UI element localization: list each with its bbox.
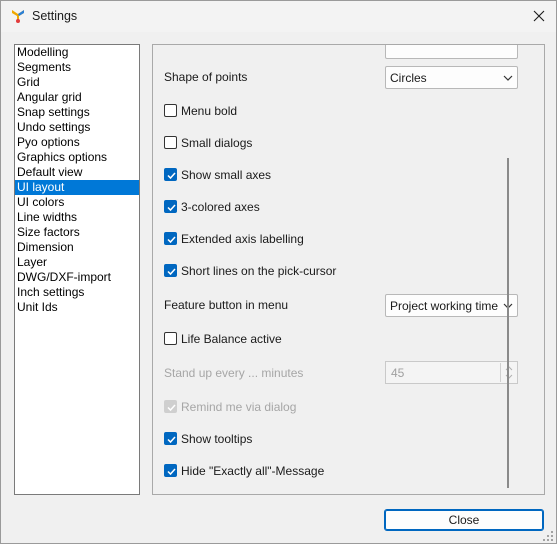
show-tooltips-checkbox[interactable]	[164, 432, 177, 445]
three-colored-axes-label: 3-colored axes	[181, 200, 260, 214]
life-balance-checkbox[interactable]	[164, 332, 177, 345]
stand-up-label: Stand up every ... minutes	[164, 366, 304, 380]
category-item[interactable]: Segments	[15, 60, 139, 75]
checkmark-icon	[167, 468, 176, 476]
category-item[interactable]: Modelling	[15, 45, 139, 60]
menu-bold-label: Menu bold	[181, 104, 238, 118]
category-item[interactable]: Snap settings	[15, 105, 139, 120]
checkmark-icon	[167, 172, 176, 180]
extended-axis-labelling-checkbox[interactable]	[164, 232, 177, 245]
category-item[interactable]: Dimension	[15, 240, 139, 255]
show-small-axes-checkbox[interactable]	[164, 168, 177, 181]
shape-of-points-label: Shape of points	[164, 70, 248, 84]
settings-window: Settings Modelling Segments Grid Angular gr…	[0, 0, 557, 544]
resize-grip-icon[interactable]	[542, 530, 554, 542]
chevron-down-icon	[503, 75, 513, 81]
spin-up-down-icon	[505, 366, 513, 379]
feature-button-label: Feature button in menu	[164, 298, 289, 312]
short-lines-pick-cursor-label: Short lines on the pick-cursor	[181, 264, 337, 278]
show-small-axes-label: Show small axes	[181, 168, 272, 182]
checkmark-icon	[167, 236, 176, 244]
category-item[interactable]: Graphics options	[15, 150, 139, 165]
remind-via-dialog-label: Remind me via dialog	[181, 400, 297, 414]
life-balance-label: Life Balance active	[181, 332, 282, 346]
category-item[interactable]: Line widths	[15, 210, 139, 225]
category-list[interactable]: Modelling Segments Grid Angular grid Snap se…	[14, 44, 140, 495]
category-item[interactable]: Pyo options	[15, 135, 139, 150]
category-item[interactable]: DWG/DXF-import	[15, 270, 139, 285]
ui-layout-panel: Shape of points Circles Menu bold Small …	[152, 44, 545, 495]
checkmark-icon	[167, 204, 176, 212]
three-colored-axes-checkbox[interactable]	[164, 200, 177, 213]
clipped-combo-top[interactable]	[385, 45, 518, 59]
checkmark-icon	[167, 268, 176, 276]
show-tooltips-label: Show tooltips	[181, 432, 253, 446]
category-item[interactable]: Inch settings	[15, 285, 139, 300]
category-item[interactable]: UI colors	[15, 195, 139, 210]
category-item[interactable]: Undo settings	[15, 120, 139, 135]
checkmark-icon	[167, 436, 176, 444]
category-item[interactable]: Layer	[15, 255, 139, 270]
category-item[interactable]: UI layout	[15, 180, 139, 195]
short-lines-pick-cursor-checkbox[interactable]	[164, 264, 177, 277]
stand-up-minutes-value: 45	[391, 366, 405, 380]
app-logo-icon	[12, 10, 24, 23]
hide-exactly-all-label: Hide "Exactly all"-Message	[181, 464, 325, 478]
category-item[interactable]: Size factors	[15, 225, 139, 240]
category-item[interactable]: Unit Ids	[15, 300, 139, 315]
panel-scrollbar[interactable]	[507, 158, 509, 488]
clipped-label-top	[164, 45, 274, 50]
feature-button-select[interactable]: Project working time	[385, 294, 518, 317]
category-item[interactable]: Default view	[15, 165, 139, 180]
window-title: Settings	[32, 9, 78, 23]
title-bar: Settings	[1, 1, 556, 32]
extended-axis-labelling-label: Extended axis labelling	[181, 232, 304, 246]
feature-button-value: Project working time	[390, 299, 499, 313]
shape-of-points-select[interactable]: Circles	[385, 66, 518, 89]
close-window-icon[interactable]	[530, 7, 548, 25]
remind-via-dialog-checkbox[interactable]	[164, 400, 177, 413]
shape-of-points-value: Circles	[390, 71, 427, 85]
category-item[interactable]: Angular grid	[15, 90, 139, 105]
small-dialogs-checkbox[interactable]	[164, 136, 177, 149]
small-dialogs-label: Small dialogs	[181, 136, 253, 150]
category-item[interactable]: Grid	[15, 75, 139, 90]
menu-bold-checkbox[interactable]	[164, 104, 177, 117]
stand-up-minutes-stepper[interactable]: 45	[385, 361, 518, 384]
hide-exactly-all-checkbox[interactable]	[164, 464, 177, 477]
close-button[interactable]: Close	[384, 509, 544, 531]
checkmark-icon	[167, 404, 176, 412]
